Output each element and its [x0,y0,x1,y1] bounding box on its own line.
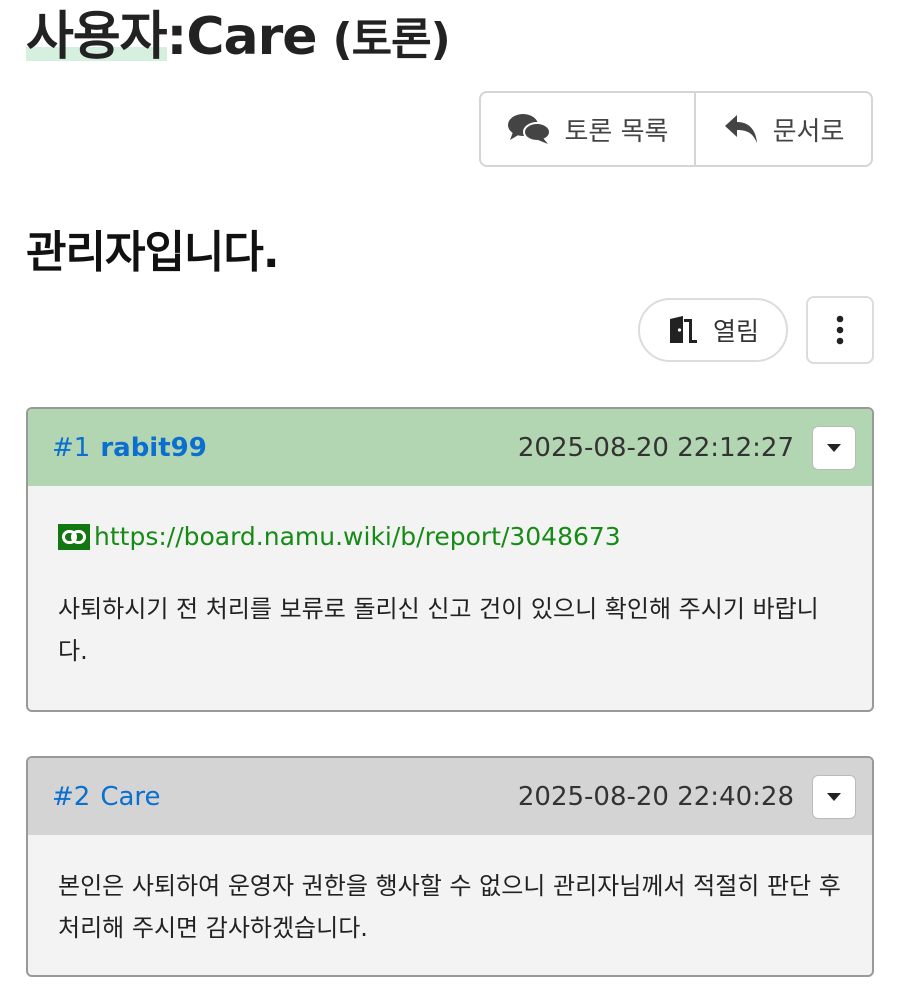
comment-author[interactable]: rabit99 [100,433,207,463]
discussion-list-button[interactable]: 토론 목록 [481,93,696,165]
external-link[interactable]: https://board.namu.wiki/b/report/3048673 [94,516,621,558]
to-document-button[interactable]: 문서로 [696,93,871,165]
reply-icon [724,115,757,143]
topic-title: 관리자입니다. [26,227,280,278]
caret-down-icon [827,792,841,801]
comment-1: #1 rabit99 2025-08-20 22:12:27 https://b… [26,407,874,712]
comment-text: 사퇴하시기 전 처리를 보류로 돌리신 신고 건이 있으니 확인해 주시기 바랍… [58,595,819,665]
comment-text: 본인은 사퇴하여 운영자 권한을 행사할 수 없으니 관리자님께서 적절히 판단… [58,872,841,942]
link-icon [58,524,90,550]
comment-menu-button[interactable] [812,774,856,819]
comment-2: #2 Care 2025-08-20 22:40:28 본인은 사퇴하여 운영자… [26,756,874,977]
comment-time: 2025-08-20 22:40:28 [517,781,794,812]
discussion-list-label: 토론 목록 [564,116,669,147]
comment-author[interactable]: Care [100,782,160,812]
document-actions: 토론 목록 문서로 [479,91,873,167]
external-link-row: https://board.namu.wiki/b/report/3048673 [58,516,842,558]
comment-header: #1 rabit99 2025-08-20 22:12:27 [28,409,872,486]
document-name: Care [186,7,317,67]
thread-status-label: 열림 [712,317,759,346]
comment-header: #2 Care 2025-08-20 22:40:28 [28,758,872,835]
namespace-link[interactable]: 사용자 [26,7,168,67]
title-suffix: (토론) [332,14,451,65]
title-separator: : [166,7,188,67]
page-title: 사용자:Care (토론) [26,0,451,76]
comment-number[interactable]: #1 [52,433,90,463]
comment-menu-button[interactable] [812,425,856,470]
comment-body: https://board.namu.wiki/b/report/3048673… [28,486,872,702]
caret-down-icon [827,443,841,452]
door-open-icon [669,316,697,343]
comment-number[interactable]: #2 [52,782,90,812]
comments-icon [507,114,551,144]
thread-status-button[interactable]: 열림 [638,298,788,362]
discussion-page: 사용자:Care (토론) 토론 목록 문서로 관리자입니다. 열림 #1 ra… [0,0,900,995]
comment-body: 본인은 사퇴하여 운영자 권한을 행사할 수 없으니 관리자님께서 적절히 판단… [28,835,872,975]
more-options-button[interactable] [806,296,874,364]
comment-time: 2025-08-20 22:12:27 [517,432,794,463]
to-document-label: 문서로 [772,116,845,147]
kebab-menu-icon [836,315,844,345]
